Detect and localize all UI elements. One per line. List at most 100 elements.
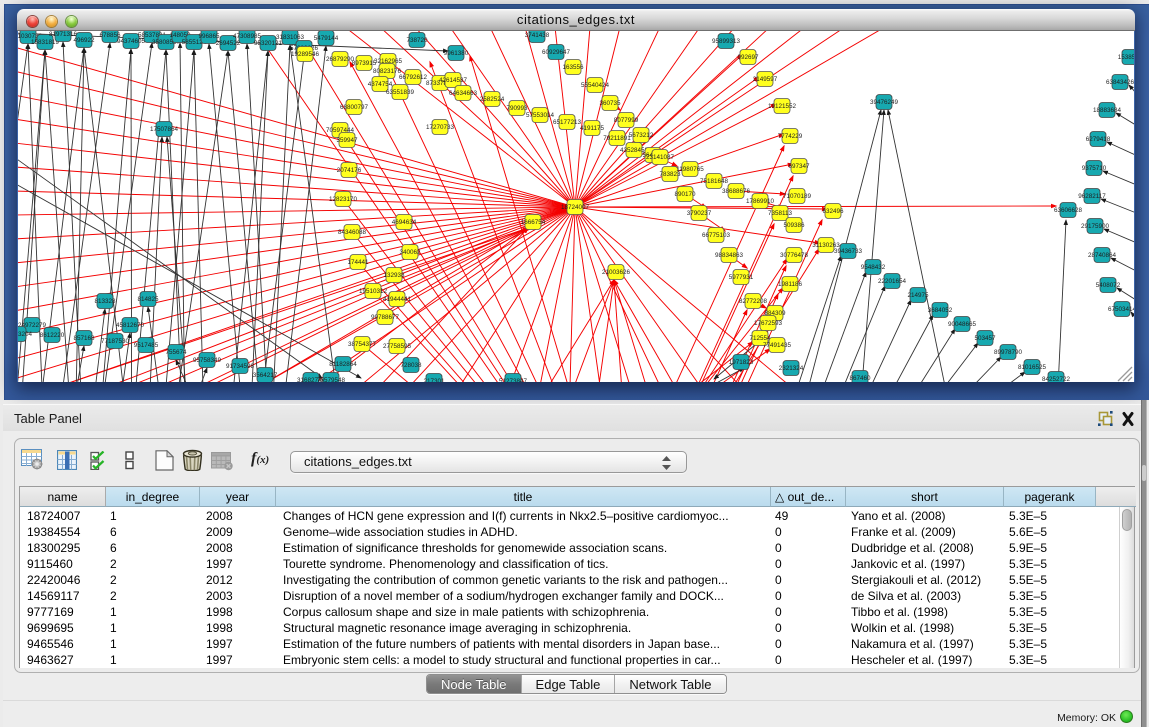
svg-text:9375710: 9375710 — [1082, 165, 1107, 172]
svg-text:45812670: 45812670 — [116, 322, 145, 329]
svg-text:71070189: 71070189 — [783, 193, 812, 200]
svg-text:81182864: 81182864 — [329, 361, 357, 368]
svg-text:11980765: 11980765 — [676, 166, 704, 173]
svg-text:82772208: 82772208 — [739, 298, 768, 305]
svg-text:7358113: 7358113 — [768, 210, 793, 217]
svg-text:496922: 496922 — [73, 37, 95, 44]
svg-text:84252722: 84252722 — [1042, 376, 1071, 382]
svg-text:1981186: 1981186 — [778, 281, 803, 288]
svg-text:359947: 359947 — [336, 137, 358, 144]
svg-text:38688676: 38688676 — [722, 188, 751, 195]
svg-text:77187530: 77187530 — [101, 338, 130, 345]
svg-text:3741438: 3741438 — [525, 32, 550, 39]
svg-text:6279418: 6279418 — [1086, 136, 1111, 143]
svg-text:68800797: 68800797 — [340, 104, 369, 111]
svg-text:8612220: 8612220 — [40, 332, 65, 339]
svg-text:163556: 163556 — [562, 64, 584, 71]
svg-text:9517485: 9517485 — [134, 342, 159, 349]
svg-text:857168: 857168 — [73, 335, 95, 342]
svg-text:697347: 697347 — [788, 163, 810, 170]
svg-text:47308985: 47308985 — [233, 33, 262, 40]
svg-text:5977931: 5977931 — [729, 274, 754, 281]
svg-text:738720: 738720 — [406, 37, 428, 44]
svg-text:41944441: 41944441 — [383, 296, 412, 303]
svg-text:360735: 360735 — [599, 100, 621, 107]
svg-text:17869910: 17869910 — [746, 198, 775, 205]
svg-text:98834863: 98834863 — [715, 252, 744, 259]
svg-text:99788677: 99788677 — [371, 314, 400, 321]
svg-text:992697: 992697 — [737, 54, 759, 61]
svg-text:63551839: 63551839 — [386, 89, 415, 96]
svg-text:509386: 509386 — [783, 222, 805, 229]
svg-text:90048665: 90048665 — [948, 321, 977, 328]
svg-text:18883684: 18883684 — [1093, 107, 1122, 114]
svg-text:9961380: 9961380 — [444, 50, 469, 57]
svg-text:65177213: 65177213 — [553, 119, 582, 126]
svg-text:38754377: 38754377 — [348, 341, 377, 348]
svg-text:77491435: 77491435 — [763, 342, 792, 349]
svg-text:174441: 174441 — [347, 259, 369, 266]
svg-text:28740864: 28740864 — [1088, 252, 1117, 259]
svg-text:91734598: 91734598 — [226, 363, 255, 370]
svg-text:2582524: 2582524 — [480, 96, 505, 103]
svg-text:55540424: 55540424 — [581, 82, 610, 89]
svg-text:75181648: 75181648 — [700, 178, 729, 185]
svg-text:12823170: 12823170 — [329, 196, 358, 203]
svg-text:9548432: 9548432 — [861, 264, 886, 271]
svg-text:60929647: 60929647 — [542, 49, 571, 56]
svg-text:1666754: 1666754 — [521, 219, 546, 226]
svg-text:214975: 214975 — [907, 292, 929, 299]
svg-text:22201654: 22201654 — [878, 278, 907, 285]
svg-text:4191175: 4191175 — [580, 125, 605, 132]
svg-text:81016525: 81016525 — [1018, 364, 1047, 371]
svg-text:29175900: 29175900 — [1081, 223, 1110, 230]
svg-text:5408072: 5408072 — [1096, 282, 1121, 289]
svg-text:84346088: 84346088 — [338, 229, 367, 236]
svg-text:42614537: 42614537 — [439, 77, 468, 84]
svg-text:3564217: 3564217 — [253, 372, 278, 379]
svg-text:94374605: 94374605 — [117, 38, 146, 45]
svg-text:5479144: 5479144 — [314, 35, 339, 42]
svg-text:1538552: 1538552 — [1118, 54, 1134, 61]
svg-text:3684052: 3684052 — [928, 307, 953, 314]
svg-text:31130263: 31130263 — [812, 242, 840, 249]
svg-text:890170: 890170 — [674, 191, 696, 198]
svg-text:66792612: 66792612 — [399, 74, 428, 81]
svg-text:18724007: 18724007 — [561, 204, 590, 211]
svg-text:17672593: 17672593 — [754, 320, 783, 327]
svg-text:996865: 996865 — [198, 33, 220, 40]
svg-text:132938: 132938 — [383, 272, 405, 279]
svg-text:1971823: 1971823 — [729, 359, 754, 366]
svg-text:68353204: 68353204 — [18, 331, 32, 338]
svg-text:96282117: 96282117 — [1078, 193, 1106, 200]
svg-text:19121552: 19121552 — [768, 103, 797, 110]
svg-text:89978790: 89978790 — [994, 349, 1023, 356]
svg-text:26879290: 26879290 — [326, 56, 355, 63]
svg-text:57553014: 57553014 — [526, 112, 555, 119]
svg-text:4694634: 4694634 — [392, 219, 417, 226]
svg-text:7774229: 7774229 — [778, 133, 803, 140]
svg-text:64634663: 64634663 — [449, 90, 478, 97]
svg-text:790993: 790993 — [506, 105, 528, 112]
svg-text:2149597: 2149597 — [753, 76, 778, 83]
svg-text:95320121: 95320121 — [254, 40, 283, 47]
svg-text:63843426: 63843426 — [1106, 79, 1134, 86]
svg-text:67503414: 67503414 — [1108, 306, 1134, 313]
svg-text:39476249: 39476249 — [870, 99, 899, 106]
svg-text:30776478: 30776478 — [780, 252, 809, 259]
svg-text:17507864: 17507864 — [150, 126, 179, 133]
svg-text:19510312: 19510312 — [359, 288, 388, 295]
svg-text:70211891: 70211891 — [603, 135, 631, 142]
svg-text:813328: 813328 — [94, 298, 116, 305]
svg-text:755674: 755674 — [165, 349, 187, 356]
svg-text:2074176: 2074176 — [337, 167, 362, 174]
svg-text:75579548: 75579548 — [317, 377, 346, 382]
svg-text:63606628: 63606628 — [1054, 207, 1083, 214]
svg-text:39436733: 39436733 — [834, 248, 863, 255]
svg-text:17270733: 17270733 — [426, 124, 455, 131]
svg-text:95758349: 95758349 — [193, 357, 222, 364]
svg-text:21003626: 21003626 — [602, 269, 631, 276]
svg-text:95899313: 95899313 — [712, 38, 741, 45]
svg-text:2694522: 2694522 — [216, 40, 241, 47]
svg-text:814825: 814825 — [137, 296, 159, 303]
